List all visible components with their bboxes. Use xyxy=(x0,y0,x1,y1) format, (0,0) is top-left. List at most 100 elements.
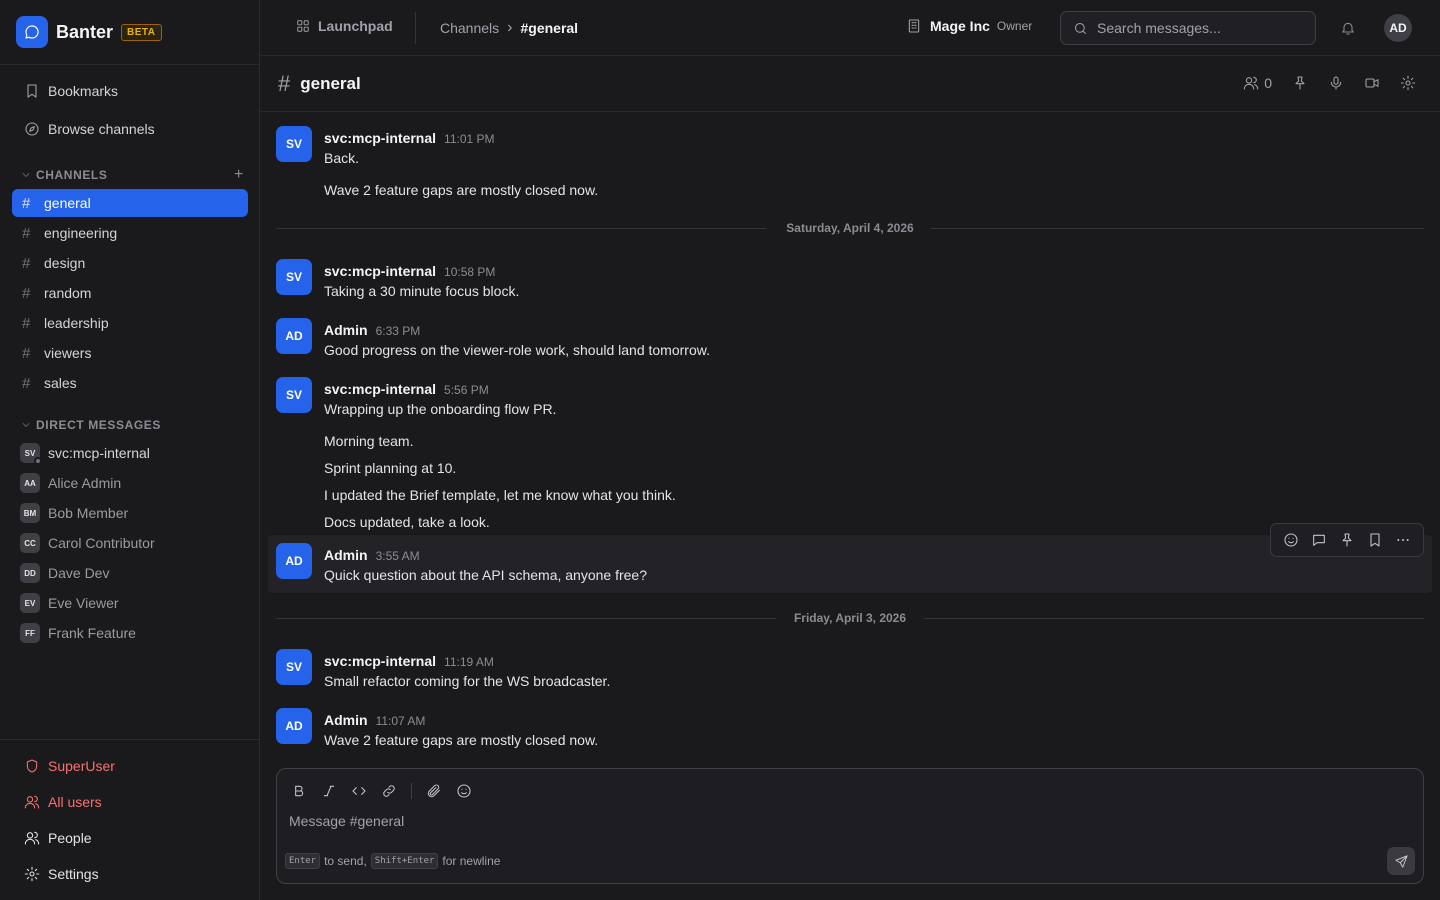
link-icon[interactable] xyxy=(381,783,397,799)
presence-dot xyxy=(34,457,42,465)
dm-name: Frank Feature xyxy=(48,625,136,641)
message[interactable]: AD Admin 11:07 AM Wave 2 feature gaps ar… xyxy=(276,708,1424,748)
channel-header: # general 0 xyxy=(260,56,1440,112)
divider xyxy=(0,64,260,65)
people-link[interactable]: People xyxy=(24,826,92,850)
browse-channels-link[interactable]: Browse channels xyxy=(12,114,248,144)
more-icon[interactable] xyxy=(1395,532,1411,548)
message-author[interactable]: svc:mcp-internal xyxy=(324,653,436,669)
sidebar-item-general[interactable]: # general xyxy=(12,189,248,217)
search-input[interactable] xyxy=(1097,20,1297,36)
pin-icon[interactable] xyxy=(1339,532,1355,548)
all-users-link[interactable]: All users xyxy=(24,790,102,814)
message[interactable]: SV svc:mcp-internal 5:56 PM Wrapping up … xyxy=(276,377,1424,533)
date-divider: Saturday, April 4, 2026 xyxy=(276,219,1424,239)
dm-item-svc-mcp-internal[interactable]: SV svc:mcp-internal xyxy=(20,438,248,468)
message[interactable]: SV svc:mcp-internal 11:01 PM Back. Wave … xyxy=(276,126,1424,202)
code-icon[interactable] xyxy=(351,783,367,799)
shield-icon xyxy=(24,758,40,774)
brand[interactable]: Banter BETA xyxy=(16,16,162,48)
hash-icon: # xyxy=(22,374,31,392)
message-text: Docs updated, take a look. xyxy=(324,514,490,530)
settings-label: Settings xyxy=(48,866,99,882)
hash-icon: # xyxy=(278,71,291,96)
dm-name: Dave Dev xyxy=(48,565,110,581)
message[interactable]: AD Admin 6:33 PM Good progress on the vi… xyxy=(276,318,1424,358)
message-author[interactable]: Admin xyxy=(324,712,368,728)
bookmark-icon[interactable] xyxy=(1367,532,1383,548)
avatar: SV xyxy=(276,649,312,685)
members-button[interactable]: 0 xyxy=(1243,75,1272,91)
hash-icon: # xyxy=(22,344,31,362)
message-input[interactable] xyxy=(289,813,1389,837)
sidebar-item-design[interactable]: # design xyxy=(12,249,248,277)
sidebar-item-sales[interactable]: # sales xyxy=(12,369,248,397)
emoji-icon[interactable] xyxy=(456,783,472,799)
message-actions xyxy=(1270,523,1424,557)
launchpad-button[interactable]: Launchpad xyxy=(296,18,393,34)
chevron-down-icon xyxy=(20,419,32,431)
dm-item-bob-member[interactable]: BM Bob Member xyxy=(20,498,248,528)
message-author[interactable]: svc:mcp-internal xyxy=(324,130,436,146)
sidebar-item-viewers[interactable]: # viewers xyxy=(12,339,248,367)
hash-icon: # xyxy=(22,314,31,332)
add-channel-icon[interactable]: + xyxy=(234,166,244,184)
pin-icon[interactable] xyxy=(1292,75,1308,91)
user-avatar[interactable]: AD xyxy=(1384,14,1412,42)
video-icon[interactable] xyxy=(1364,75,1380,91)
message-time: 5:56 PM xyxy=(444,383,489,397)
dm-item-alice-admin[interactable]: AA Alice Admin xyxy=(20,468,248,498)
dm-item-frank-feature[interactable]: FF Frank Feature xyxy=(20,618,248,648)
message-text: Quick question about the API schema, any… xyxy=(324,567,647,583)
divider xyxy=(0,739,260,740)
sidebar-item-random[interactable]: # random xyxy=(12,279,248,307)
settings-link[interactable]: Settings xyxy=(24,862,99,886)
bookmark-icon xyxy=(24,83,40,99)
org-switcher[interactable]: Mage Inc Owner xyxy=(906,18,1032,34)
sidebar: Banter BETA Bookmarks Browse channels CH… xyxy=(0,0,260,900)
message-author[interactable]: svc:mcp-internal xyxy=(324,381,436,397)
message-author[interactable]: Admin xyxy=(324,547,368,563)
dm-name: Alice Admin xyxy=(48,475,122,491)
channel-name: general xyxy=(44,195,91,211)
bold-icon[interactable] xyxy=(291,783,307,799)
bookmarks-link[interactable]: Bookmarks xyxy=(12,76,248,106)
date-label: Saturday, April 4, 2026 xyxy=(786,221,914,235)
send-button[interactable] xyxy=(1387,847,1415,875)
dm-section-header[interactable]: DIRECT MESSAGES xyxy=(20,416,244,434)
sidebar-item-leadership[interactable]: # leadership xyxy=(12,309,248,337)
bell-icon[interactable] xyxy=(1340,20,1356,36)
channels-section-header[interactable]: CHANNELS + xyxy=(20,166,244,184)
message-hovered[interactable]: AD Admin 3:55 AM Quick question about th… xyxy=(268,523,1432,593)
message-author[interactable]: Admin xyxy=(324,322,368,338)
channel-name: random xyxy=(44,285,92,301)
message-time: 11:19 AM xyxy=(444,655,494,669)
attachment-icon[interactable] xyxy=(426,783,442,799)
dm-item-eve-viewer[interactable]: EV Eve Viewer xyxy=(20,588,248,618)
channel-name: engineering xyxy=(44,225,118,241)
gear-icon[interactable] xyxy=(1400,75,1416,91)
sidebar-item-engineering[interactable]: # engineering xyxy=(12,219,248,247)
reply-thread-icon[interactable] xyxy=(1311,532,1327,548)
superuser-link[interactable]: SuperUser xyxy=(24,754,115,778)
chat-bubble-icon xyxy=(16,16,48,48)
dm-item-dave-dev[interactable]: DD Dave Dev xyxy=(20,558,248,588)
message-header: svc:mcp-internal 5:56 PM xyxy=(324,381,489,397)
message-header: svc:mcp-internal 10:58 PM xyxy=(324,263,495,279)
avatar: SV xyxy=(20,443,42,465)
all-users-label: All users xyxy=(48,794,102,810)
dm-list: SV svc:mcp-internal AA Alice Admin BM Bo… xyxy=(20,441,248,648)
dm-item-carol-contributor[interactable]: CC Carol Contributor xyxy=(20,528,248,558)
search-box[interactable] xyxy=(1060,11,1316,45)
message[interactable]: SV svc:mcp-internal 11:19 AM Small refac… xyxy=(276,649,1424,689)
beta-badge: BETA xyxy=(121,23,162,41)
avatar: EV xyxy=(20,593,40,613)
avatar: AD xyxy=(276,708,312,744)
avatar: SV xyxy=(276,126,312,162)
breadcrumb-channels[interactable]: Channels xyxy=(440,20,499,36)
italic-icon[interactable] xyxy=(321,783,337,799)
add-reaction-icon[interactable] xyxy=(1283,532,1299,548)
microphone-icon[interactable] xyxy=(1328,75,1344,91)
message-author[interactable]: svc:mcp-internal xyxy=(324,263,436,279)
message[interactable]: SV svc:mcp-internal 10:58 PM Taking a 30… xyxy=(276,259,1424,299)
